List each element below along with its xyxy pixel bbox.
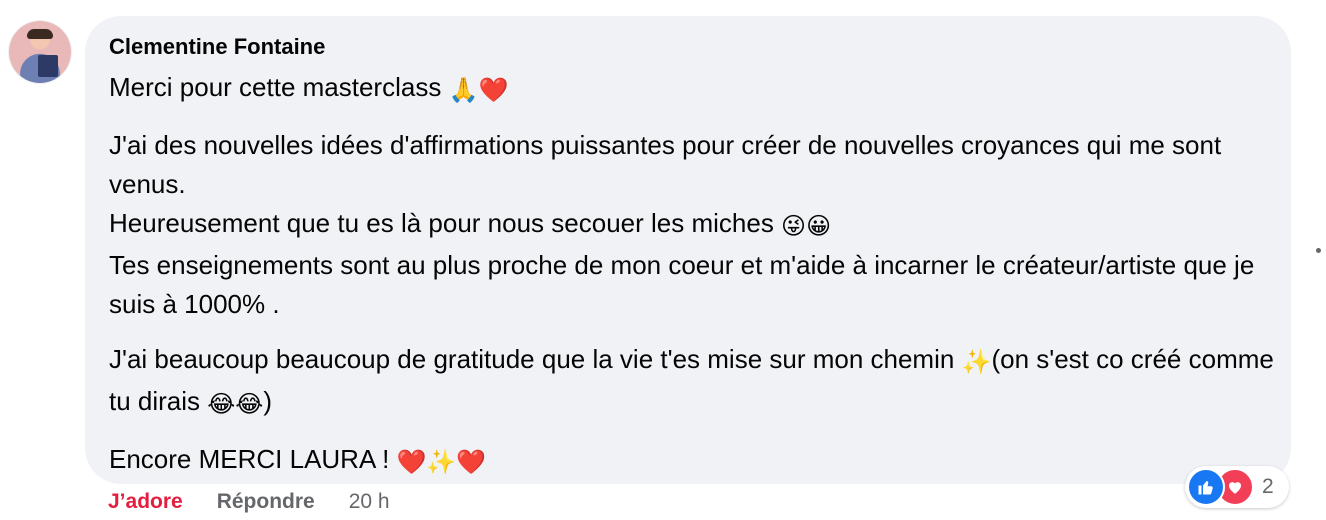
comment-body: Merci pour cette masterclass 🙏❤️ J'ai de… (109, 68, 1274, 498)
love-button[interactable]: J’adore (108, 490, 183, 514)
reaction-count: 2 (1262, 475, 1274, 498)
emoji: 😂😂 (207, 390, 264, 418)
reply-button[interactable]: Répondre (217, 490, 315, 514)
comment-bubble: Clementine Fontaine Merci pour cette mas… (85, 16, 1291, 484)
avatar-book (38, 55, 58, 77)
comment-paragraph: Merci pour cette masterclass 🙏❤️ (109, 68, 1274, 110)
comment-line: Heureusement que tu es là pour nous seco… (109, 204, 1274, 246)
emoji: 😜😀 (781, 212, 832, 240)
comment-text: Tes enseignements sont au plus proche de… (109, 250, 1255, 319)
avatar[interactable] (9, 21, 71, 83)
reaction-summary[interactable]: 2 (1185, 466, 1289, 508)
comment-text: J'ai beaucoup beaucoup de gratitude que … (109, 344, 962, 374)
comment-author[interactable]: Clementine Fontaine (109, 34, 325, 60)
comment-text: ) (263, 386, 273, 416)
comment-actions: J’adore Répondre 20 h (108, 490, 390, 514)
comment-text: J'ai des nouvelles idées d'affirmations … (109, 130, 1222, 199)
like-icon (1187, 468, 1225, 506)
comment-text: Merci pour cette masterclass (109, 72, 449, 102)
timestamp[interactable]: 20 h (349, 490, 390, 514)
comment-text: Heureusement que tu es là pour nous seco… (109, 208, 782, 238)
emoji: ✨ (961, 348, 992, 376)
comment-paragraph: J'ai des nouvelles idées d'affirmations … (109, 126, 1274, 324)
comment-paragraph: Encore MERCI LAURA ! ❤️✨❤️ (109, 440, 1274, 482)
emoji: ❤️✨❤️ (396, 448, 487, 476)
more-options-icon[interactable] (1316, 248, 1321, 253)
avatar-hair (27, 29, 53, 39)
emoji: 🙏❤️ (448, 76, 509, 104)
comment-text: Encore MERCI LAURA ! (109, 444, 397, 474)
comment-paragraph: J'ai beaucoup beaucoup de gratitude que … (109, 340, 1274, 424)
